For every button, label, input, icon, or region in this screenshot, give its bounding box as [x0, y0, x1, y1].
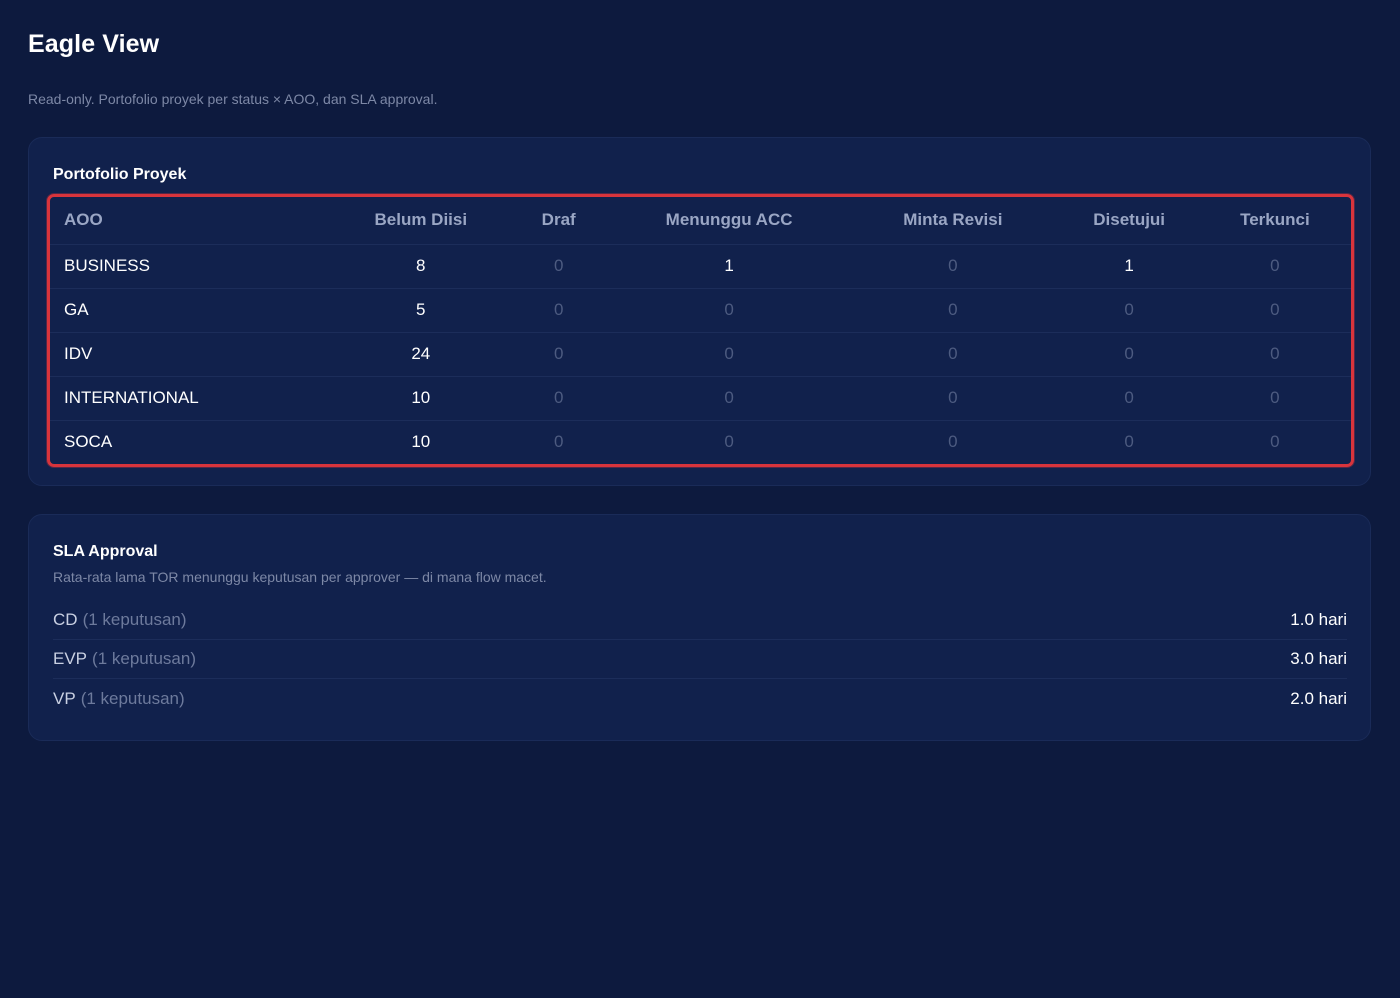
column-header-minta-revisi: Minta Revisi — [846, 197, 1060, 245]
count-cell: 0 — [846, 288, 1060, 333]
count-cell: 0 — [505, 244, 613, 289]
portfolio-table-body: BUSINESS 8 0 1 0 1 0 GA 5 0 0 0 0 0 IDV 24 0 0 0 0 0 INTERNAT… — [50, 244, 1351, 464]
portfolio-table: AOO Belum Diisi Draf Menunggu ACC Minta … — [50, 197, 1351, 464]
count-cell: 0 — [505, 288, 613, 333]
aoo-name-cell: BUSINESS — [50, 244, 337, 289]
sla-decision-count: (1 keputusan) — [82, 610, 187, 629]
sla-duration: 3.0 hari — [1290, 649, 1347, 668]
sla-approver-label: CD — [53, 610, 78, 629]
count-cell: 0 — [612, 376, 847, 421]
sla-approver: EVP (1 keputusan) — [53, 649, 196, 669]
count-cell: 8 — [336, 244, 506, 289]
table-row: IDV 24 0 0 0 0 0 — [50, 332, 1351, 377]
count-cell: 0 — [846, 244, 1060, 289]
sla-approver: CD (1 keputusan) — [53, 610, 187, 630]
count-cell: 1 — [612, 244, 847, 289]
count-cell: 0 — [1124, 432, 1134, 452]
count-cell: 5 — [336, 288, 506, 333]
portfolio-table-highlight: AOO Belum Diisi Draf Menunggu ACC Minta … — [47, 194, 1354, 467]
sla-title: SLA Approval — [53, 543, 158, 560]
count-cell: 0 — [505, 376, 613, 421]
column-header-belum-diisi: Belum Diisi — [336, 197, 506, 245]
count-cell: 0 — [1059, 376, 1199, 421]
column-header-menunggu-acc: Menunggu ACC — [612, 197, 847, 245]
sla-card: SLA Approval Rata-rata lama TOR menunggu… — [28, 514, 1371, 741]
table-row: BUSINESS 8 0 1 0 1 0 — [50, 244, 1351, 289]
sla-list: CD (1 keputusan) 1.0 hari EVP (1 keputusan) 3… — [53, 601, 1347, 718]
count-cell: 0 — [724, 432, 734, 452]
count-cell: 0 — [1270, 432, 1280, 452]
count-cell: 0 — [1198, 288, 1351, 333]
count-cell: 0 — [1198, 376, 1351, 421]
column-header-disetujui: Disetujui — [1059, 197, 1199, 245]
page-title: Eagle View — [28, 30, 160, 58]
aoo-name-cell: INTERNATIONAL — [50, 376, 337, 421]
portfolio-title: Portofolio Proyek — [53, 166, 187, 183]
count-cell: 10 — [411, 432, 431, 452]
sla-description: Rata-rata lama TOR menunggu keputusan pe… — [53, 569, 547, 585]
count-cell: 0 — [612, 288, 847, 333]
sla-duration: 1.0 hari — [1290, 610, 1347, 629]
sla-duration: 2.0 hari — [1290, 688, 1347, 708]
portfolio-card: Portofolio Proyek AOO Belum Diisi Draf M… — [28, 137, 1371, 486]
page-subtitle: Read-only. Portofolio proyek per status … — [28, 91, 438, 107]
sla-approver-label: VP — [53, 688, 76, 708]
sla-approver-label: EVP — [53, 649, 88, 668]
sla-row: CD (1 keputusan) 1.0 hari — [53, 601, 1347, 640]
table-header-row: AOO Belum Diisi Draf Menunggu ACC Minta … — [50, 197, 1351, 245]
sla-decision-count: (1 keputusan) — [80, 688, 185, 708]
count-cell: 10 — [336, 376, 506, 421]
sla-row: EVP (1 keputusan) 3.0 hari — [53, 640, 1347, 679]
count-cell: 0 — [846, 332, 1060, 377]
count-cell: 0 — [553, 432, 564, 452]
count-cell: 0 — [1059, 288, 1199, 333]
sla-decision-count: (1 keputusan) — [92, 649, 196, 668]
aoo-name-cell: GA — [50, 288, 337, 333]
table-row: GA 5 0 0 0 0 0 — [50, 288, 1351, 333]
count-cell: 0 — [948, 432, 958, 452]
column-header-draf: Draf — [505, 197, 613, 245]
count-cell: 0 — [505, 332, 613, 377]
count-cell: 0 — [1198, 244, 1351, 289]
aoo-name-cell: IDV — [50, 332, 337, 377]
count-cell: 24 — [336, 332, 506, 377]
count-cell: 0 — [612, 332, 847, 377]
table-row: SOCA 10 0 0 0 0 0 — [50, 420, 1351, 464]
sla-row: VP (1 keputusan) 2.0 hari — [53, 679, 1347, 718]
sla-approver: VP (1 keputusan) — [53, 689, 185, 709]
column-header-terkunci: Terkunci — [1198, 197, 1351, 245]
count-cell: 1 — [1059, 244, 1199, 289]
column-header-aoo: AOO — [50, 197, 337, 245]
aoo-name-cell: SOCA — [64, 432, 113, 452]
count-cell: 0 — [846, 376, 1060, 421]
count-cell: 0 — [1059, 332, 1199, 377]
table-row: INTERNATIONAL 10 0 0 0 0 0 — [50, 376, 1351, 421]
count-cell: 0 — [1198, 332, 1351, 377]
